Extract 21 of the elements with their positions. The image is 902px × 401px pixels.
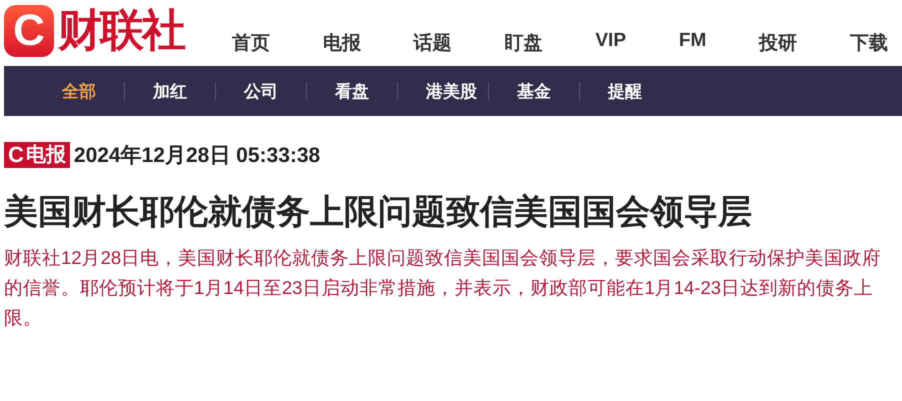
category-tab[interactable]: 提醒 xyxy=(580,80,670,102)
nav-link[interactable]: 电报 xyxy=(322,30,361,56)
nav-link[interactable]: 首页 xyxy=(232,30,270,56)
nav-link[interactable]: FM xyxy=(678,30,706,56)
nav-link[interactable]: 话题 xyxy=(414,30,452,56)
nav-link[interactable]: 投研 xyxy=(759,30,798,56)
category-tab[interactable]: 基金 xyxy=(489,80,579,102)
logo-text: 财联社 xyxy=(58,5,184,57)
logo-mark: C xyxy=(4,5,54,57)
publish-time: 2024年12月28日 05:33:38 xyxy=(74,143,320,169)
nav-link[interactable]: 盯盘 xyxy=(504,30,543,56)
nav-link[interactable]: 下载 xyxy=(850,30,888,56)
category-tab[interactable]: 港美股 xyxy=(398,80,488,102)
category-tab[interactable]: 全部 xyxy=(34,80,124,102)
headline: 美国财长耶伦就债务上限问题致信美国国会领导层 xyxy=(4,192,753,233)
category-tab[interactable]: 公司 xyxy=(216,80,306,102)
category-tab[interactable]: 加红 xyxy=(125,80,215,102)
category-tab[interactable]: 看盘 xyxy=(307,80,397,102)
article-body: 财联社12月28日电，美国财长耶伦就债务上限问题致信美国国会领导层，要求国会采取行动保护美国政府的信誉。耶伦预计将于1月14日至23日启动非常措施，并表示，财政部可能在1月14-23日达到新的债务上限。 xyxy=(4,246,882,330)
nav-link[interactable]: VIP xyxy=(595,30,626,56)
telegraph-badge: C电报 xyxy=(4,142,70,168)
